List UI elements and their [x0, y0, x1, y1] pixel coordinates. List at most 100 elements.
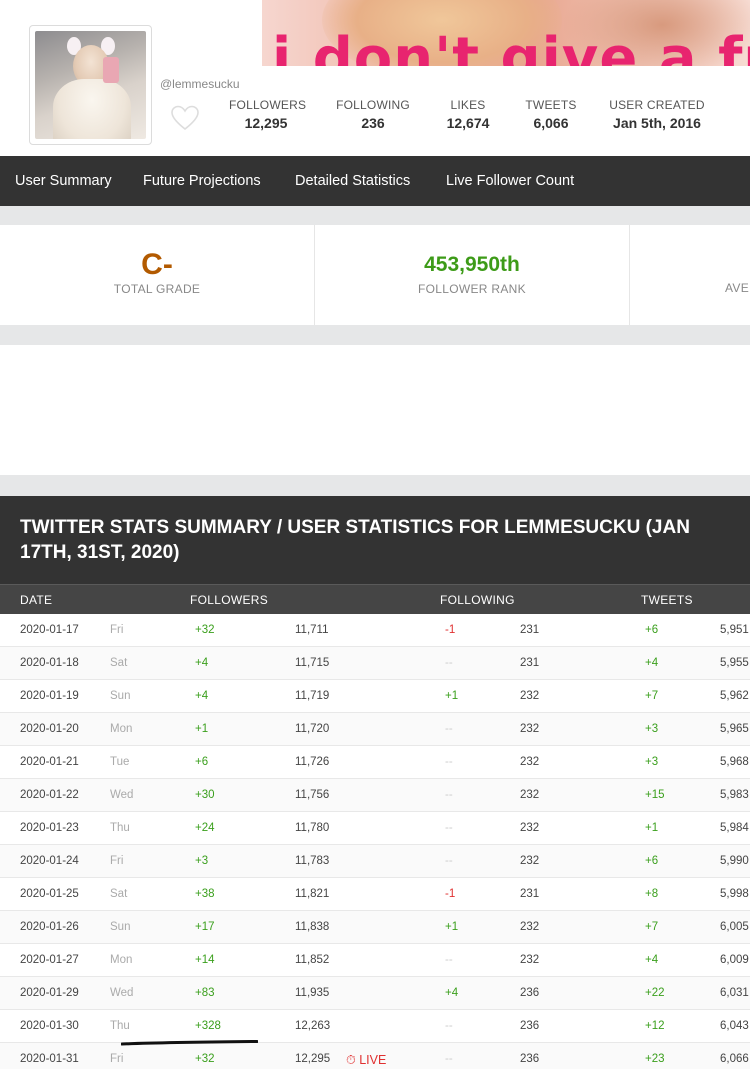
table-row: 2020-01-27 Mon +14 11,852 -- 232 +4 6,009 — [0, 944, 750, 977]
table-row: 2020-01-19 Sun +4 11,719 +1 232 +7 5,962 — [0, 680, 750, 713]
stat-likes: LIKES 12,674 — [446, 98, 490, 131]
row-tweets-delta: +6 — [645, 855, 659, 867]
row-followers-delta: +83 — [195, 987, 215, 999]
row-tweets-delta: +7 — [645, 690, 659, 702]
row-day: Thu — [110, 822, 130, 834]
row-tweets-delta: +7 — [645, 921, 659, 933]
row-day: Sat — [110, 888, 128, 900]
table-row: 2020-01-18 Sat +4 11,715 -- 231 +4 5,955 — [0, 647, 750, 680]
row-tweets-total: 6,031 — [720, 987, 749, 999]
follower-rank-value: 453,950th — [424, 253, 520, 276]
row-tweets-delta: +3 — [645, 756, 659, 768]
nav-user-summary[interactable]: User Summary — [15, 173, 112, 189]
row-day: Wed — [110, 987, 134, 999]
row-followers-delta: +30 — [195, 789, 215, 801]
row-following-delta: +1 — [445, 921, 459, 933]
table-row: 2020-01-17 Fri +32 11,711 -1 231 +6 5,951 — [0, 614, 750, 647]
row-date: 2020-01-27 — [20, 954, 79, 966]
table-row: 2020-01-21 Tue +6 11,726 -- 232 +3 5,968 — [0, 746, 750, 779]
row-following-total: 232 — [520, 789, 540, 801]
stat-followers: FOLLOWERS 12,295 — [229, 98, 307, 131]
row-following-total: 232 — [520, 855, 540, 867]
row-following-total: 232 — [520, 723, 540, 735]
row-day: Fri — [110, 624, 124, 636]
follower-rank-card: 453,950th FOLLOWER RANK — [315, 249, 629, 296]
row-day: Tue — [110, 756, 130, 768]
row-tweets-total: 5,983 — [720, 789, 749, 801]
avatar[interactable] — [29, 25, 152, 145]
row-followers-delta: +4 — [195, 657, 209, 669]
nav-live-follower-count[interactable]: Live Follower Count — [446, 173, 574, 189]
total-grade-value: C- — [141, 248, 173, 281]
row-date: 2020-01-30 — [20, 1020, 79, 1032]
row-date: 2020-01-22 — [20, 789, 79, 801]
row-following-delta: -1 — [445, 624, 456, 636]
heart-icon[interactable] — [170, 104, 200, 132]
nav-future-projections[interactable]: Future Projections — [143, 173, 261, 189]
row-followers-delta: +24 — [195, 822, 215, 834]
stat-user-created: USER CREATED Jan 5th, 2016 — [609, 98, 705, 131]
row-day: Sat — [110, 657, 128, 669]
row-followers-total: 11,715 — [295, 657, 330, 669]
col-tweets: TWEETS — [641, 593, 693, 607]
row-day: Fri — [110, 855, 124, 867]
row-followers-total: 11,711 — [295, 624, 329, 636]
row-following-delta: -- — [445, 789, 453, 801]
table-row: 2020-01-25 Sat +38 11,821 -1 231 +8 5,998 — [0, 878, 750, 911]
row-following-total: 231 — [520, 624, 540, 636]
row-followers-delta: +4 — [195, 690, 209, 702]
col-followers: FOLLOWERS — [190, 593, 269, 607]
row-following-total: 236 — [520, 1053, 540, 1065]
row-tweets-delta: +12 — [645, 1020, 665, 1032]
row-tweets-delta: +8 — [645, 888, 659, 900]
row-tweets-total: 5,951 — [720, 624, 749, 636]
follower-rank-label: FOLLOWER RANK — [418, 282, 526, 296]
live-indicator[interactable]: ⏱ LIVE — [346, 1053, 386, 1068]
row-tweets-total: 5,955 — [720, 657, 749, 669]
row-followers-total: 11,852 — [295, 954, 330, 966]
table-row: 2020-01-31 Fri +32 12,295 -- 236 +23 6,066 ⏱ LIV… — [0, 1043, 750, 1069]
row-following-total: 232 — [520, 822, 540, 834]
row-followers-delta: +32 — [195, 1053, 215, 1065]
row-day: Sun — [110, 690, 131, 702]
row-followers-delta: +38 — [195, 888, 215, 900]
row-tweets-delta: +23 — [645, 1053, 665, 1065]
row-followers-delta: +32 — [195, 624, 215, 636]
row-day: Mon — [110, 723, 133, 735]
row-followers-total: 12,295 — [295, 1053, 331, 1065]
row-followers-delta: +14 — [195, 954, 215, 966]
row-tweets-delta: +6 — [645, 624, 659, 636]
row-tweets-total: 5,990 — [720, 855, 749, 867]
row-tweets-total: 5,984 — [720, 822, 749, 834]
row-date: 2020-01-31 — [20, 1053, 79, 1065]
nav-detailed-statistics[interactable]: Detailed Statistics — [295, 173, 410, 189]
handdrawn-underline — [121, 1040, 258, 1046]
row-following-delta: -- — [445, 1053, 453, 1065]
profile-header: i don't give a fuc @lemmesucku FOLLOWERS… — [0, 0, 750, 156]
row-day: Wed — [110, 789, 134, 801]
row-tweets-total: 5,965 — [720, 723, 749, 735]
row-tweets-total: 6,043 — [720, 1020, 749, 1032]
row-followers-delta: +328 — [195, 1020, 221, 1032]
row-day: Mon — [110, 954, 133, 966]
row-following-delta: +1 — [445, 690, 459, 702]
row-tweets-total: 6,066 — [720, 1053, 749, 1065]
col-following: FOLLOWING — [440, 593, 515, 607]
table-row: 2020-01-29 Wed +83 11,935 +4 236 +22 6,031 — [0, 977, 750, 1010]
row-following-delta: -- — [445, 756, 453, 768]
row-followers-delta: +6 — [195, 756, 209, 768]
row-followers-total: 11,719 — [295, 690, 330, 702]
row-day: Fri — [110, 1053, 124, 1065]
row-date: 2020-01-19 — [20, 690, 79, 702]
row-followers-total: 11,780 — [295, 822, 330, 834]
row-date: 2020-01-17 — [20, 624, 79, 636]
table-row: 2020-01-23 Thu +24 11,780 -- 232 +1 5,984 — [0, 812, 750, 845]
row-following-delta: -- — [445, 822, 453, 834]
row-following-delta: -- — [445, 723, 453, 735]
row-tweets-delta: +15 — [645, 789, 665, 801]
table-row: 2020-01-22 Wed +30 11,756 -- 232 +15 5,983 — [0, 779, 750, 812]
row-following-total: 232 — [520, 954, 540, 966]
user-handle: @lemmesucku — [160, 77, 240, 91]
stat-tweets: TWEETS 6,066 — [525, 98, 577, 131]
row-date: 2020-01-23 — [20, 822, 79, 834]
